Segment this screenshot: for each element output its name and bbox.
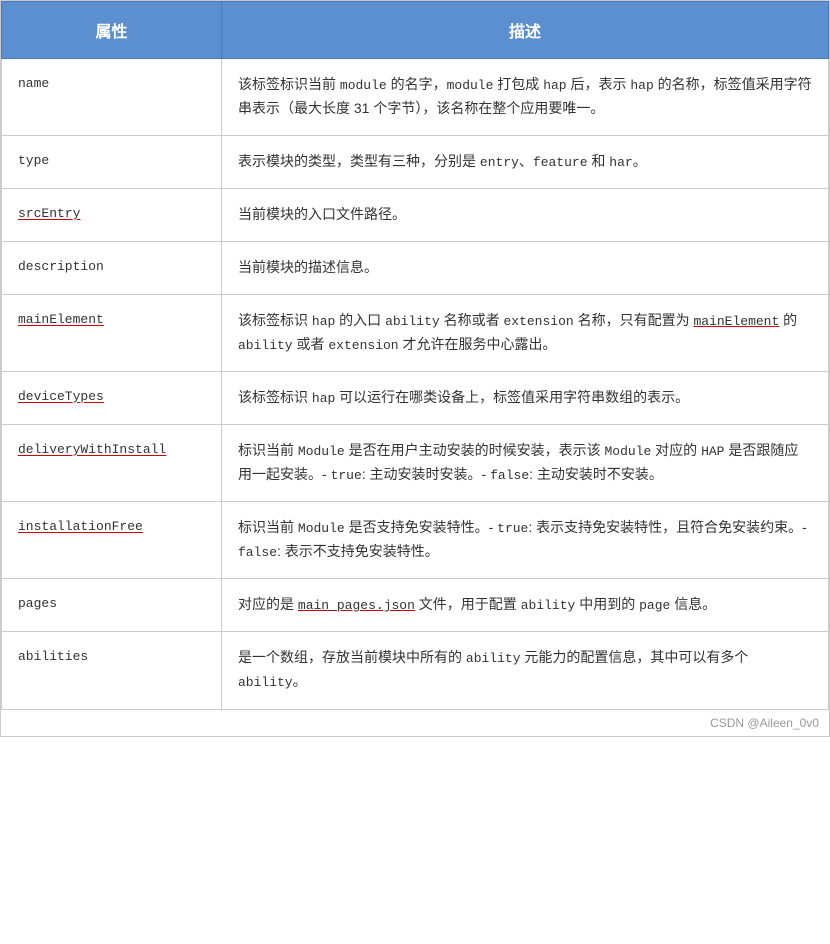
main-table-container: 属性 描述 name该标签标识当前 module 的名字，module 打包成 … [0,0,830,737]
property-name-cell: pages [2,579,222,632]
description-cell: 当前模块的入口文件路径。 [222,188,829,241]
property-name-cell: srcEntry [2,188,222,241]
table-row: abilities是一个数组，存放当前模块中所有的 ability 元能力的配置… [2,632,829,709]
table-row: type表示模块的类型，类型有三种，分别是 entry、feature 和 ha… [2,135,829,188]
header-col-property: 属性 [2,2,222,59]
description-cell: 该标签标识当前 module 的名字，module 打包成 hap 后，表示 h… [222,59,829,136]
description-cell: 是一个数组，存放当前模块中所有的 ability 元能力的配置信息，其中可以有多… [222,632,829,709]
table-row: deviceTypes该标签标识 hap 可以运行在哪类设备上，标签值采用字符串… [2,371,829,424]
property-name-cell: name [2,59,222,136]
property-name-cell: description [2,241,222,294]
description-cell: 该标签标识 hap 可以运行在哪类设备上，标签值采用字符串数组的表示。 [222,371,829,424]
table-row: installationFree标识当前 Module 是否支持免安装特性。- … [2,502,829,579]
property-name-cell: type [2,135,222,188]
description-cell: 标识当前 Module 是否支持免安装特性。- true: 表示支持免安装特性，… [222,502,829,579]
description-cell: 表示模块的类型，类型有三种，分别是 entry、feature 和 har。 [222,135,829,188]
property-name-cell: deliveryWithInstall [2,424,222,501]
table-header-row: 属性 描述 [2,2,829,59]
table-row: mainElement该标签标识 hap 的入口 ability 名称或者 ex… [2,294,829,371]
table-row: deliveryWithInstall标识当前 Module 是否在用户主动安装… [2,424,829,501]
property-name-cell: deviceTypes [2,371,222,424]
table-row: srcEntry当前模块的入口文件路径。 [2,188,829,241]
description-cell: 对应的是 main_pages.json 文件，用于配置 ability 中用到… [222,579,829,632]
table-row: pages对应的是 main_pages.json 文件，用于配置 abilit… [2,579,829,632]
property-name-cell: abilities [2,632,222,709]
properties-table: 属性 描述 name该标签标识当前 module 的名字，module 打包成 … [1,1,829,710]
footer-credit: CSDN @Aileen_0v0 [1,710,829,736]
table-row: name该标签标识当前 module 的名字，module 打包成 hap 后，… [2,59,829,136]
description-cell: 标识当前 Module 是否在用户主动安装的时候安装，表示该 Module 对应… [222,424,829,501]
header-col-description: 描述 [222,2,829,59]
property-name-cell: mainElement [2,294,222,371]
description-cell: 该标签标识 hap 的入口 ability 名称或者 extension 名称，… [222,294,829,371]
table-row: description当前模块的描述信息。 [2,241,829,294]
description-cell: 当前模块的描述信息。 [222,241,829,294]
property-name-cell: installationFree [2,502,222,579]
